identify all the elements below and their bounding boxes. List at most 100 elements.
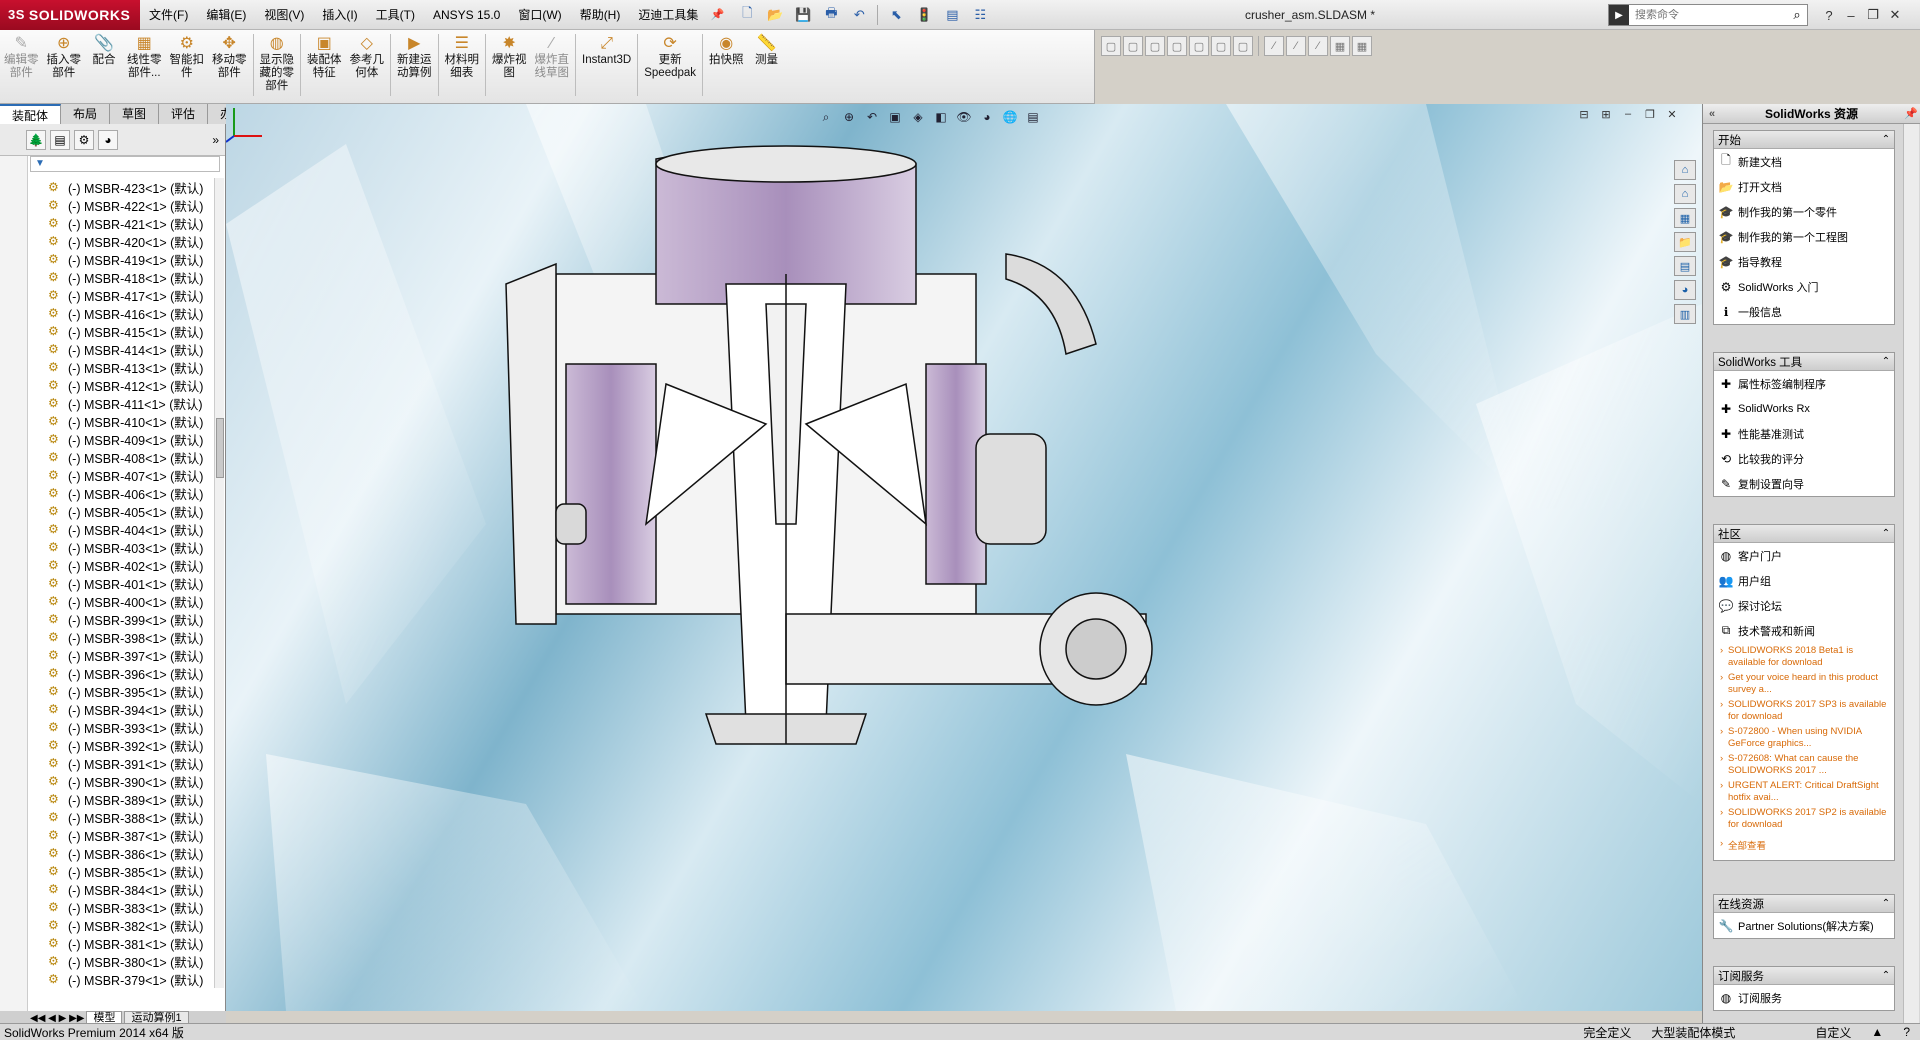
menu-ansys[interactable]: ANSYS 15.0 (424, 0, 509, 30)
tree-item[interactable]: ⚙ (-) MSBR-393<1> (默认) (30, 718, 214, 736)
tree-item[interactable]: ⚙ (-) MSBR-394<1> (默认) (30, 700, 214, 718)
link-new-document[interactable]: 🗋 新建文档 (1714, 149, 1894, 174)
tree-item[interactable]: ⚙ (-) MSBR-386<1> (默认) (30, 844, 214, 862)
news-link[interactable]: S-072608: What can cause the SOLIDWORKS … (1714, 751, 1894, 778)
link-open-document[interactable]: 📂 打开文档 (1714, 174, 1894, 199)
split-view-icon[interactable]: ⊟ (1576, 108, 1592, 122)
linear-pattern-button[interactable]: ▦ 线性零 部件... (123, 34, 166, 80)
appearances-icon[interactable]: ◕ (1674, 280, 1696, 300)
view-cube-icon[interactable]: ▢ (1167, 36, 1187, 56)
group-header[interactable]: 订阅服务 ⌃ (1714, 967, 1894, 985)
link-compare-scores[interactable]: ⟲ 比较我的评分 (1714, 446, 1894, 471)
menu-edit[interactable]: 编辑(E) (197, 0, 255, 30)
tree-item[interactable]: ⚙ (-) MSBR-384<1> (默认) (30, 880, 214, 898)
edit-component-button[interactable]: ✎ 编辑零 部件 (0, 34, 43, 80)
command-prompt-icon[interactable]: ▶ (1609, 5, 1629, 25)
tree-item[interactable]: ⚙ (-) MSBR-392<1> (默认) (30, 736, 214, 754)
view-cube-icon[interactable]: ▢ (1189, 36, 1209, 56)
display-style-icon[interactable]: ◧ (931, 108, 951, 126)
tree-item[interactable]: ⚙ (-) MSBR-413<1> (默认) (30, 358, 214, 376)
menu-help[interactable]: 帮助(H) (571, 0, 630, 30)
group-header[interactable]: 社区 ⌃ (1714, 525, 1894, 543)
tree-item[interactable]: ⚙ (-) MSBR-404<1> (默认) (30, 520, 214, 538)
sketch-tool-icon[interactable]: ⁄ (1264, 36, 1284, 56)
tree-filter[interactable]: ▼ (30, 156, 220, 172)
tree-item[interactable]: ⚙ (-) MSBR-405<1> (默认) (30, 502, 214, 520)
tree-item[interactable]: ⚙ (-) MSBR-400<1> (默认) (30, 592, 214, 610)
link-user-groups[interactable]: 👥 用户组 (1714, 568, 1894, 593)
save-icon[interactable]: 💾 (790, 4, 816, 26)
tree-item[interactable]: ⚙ (-) MSBR-388<1> (默认) (30, 808, 214, 826)
tree-item[interactable]: ⚙ (-) MSBR-397<1> (默认) (30, 646, 214, 664)
status-help-icon[interactable]: ? (1893, 1025, 1920, 1039)
undo-icon[interactable]: ↶ (846, 4, 872, 26)
tree-item[interactable]: ⚙ (-) MSBR-398<1> (默认) (30, 628, 214, 646)
file-properties-icon[interactable]: ▤ (939, 4, 965, 26)
doc-restore-icon[interactable]: ❐ (1642, 108, 1658, 122)
collapse-arrow-icon[interactable]: « (1703, 108, 1721, 120)
tree-item[interactable]: ⚙ (-) MSBR-385<1> (默认) (30, 862, 214, 880)
assembly-features-button[interactable]: ▣ 装配体 特征 (303, 34, 346, 80)
previous-view-icon[interactable]: ↶ (862, 108, 882, 126)
hide-show-items-icon[interactable]: 👁 (954, 108, 974, 126)
link-solidworks-rx[interactable]: ✚ SolidWorks Rx (1714, 396, 1894, 421)
new-document-icon[interactable]: 🗋 (734, 4, 760, 26)
zoom-to-area-icon[interactable]: ⊕ (839, 108, 859, 126)
view-all-link[interactable]: 全部查看 (1714, 832, 1894, 860)
tab-layout[interactable]: 布局 (61, 104, 111, 124)
restore-button[interactable]: ❐ (1862, 7, 1884, 23)
tree-item[interactable]: ⚙ (-) MSBR-389<1> (默认) (30, 790, 214, 808)
tree-scrollbar[interactable] (214, 178, 224, 988)
collapse-icon[interactable]: ⌃ (1878, 134, 1894, 145)
tree-item[interactable]: ⚙ (-) MSBR-399<1> (默认) (30, 610, 214, 628)
search-input[interactable] (1629, 9, 1787, 21)
tab-evaluate[interactable]: 评估 (159, 104, 209, 124)
open-document-icon[interactable]: 📂 (762, 4, 788, 26)
tree-item[interactable]: ⚙ (-) MSBR-423<1> (默认) (30, 178, 214, 196)
tree-item[interactable]: ⚙ (-) MSBR-407<1> (默认) (30, 466, 214, 484)
view-cube-icon[interactable]: ▢ (1101, 36, 1121, 56)
tree-item[interactable]: ⚙ (-) MSBR-396<1> (默认) (30, 664, 214, 682)
news-link[interactable]: SOLIDWORKS 2017 SP3 is available for dow… (1714, 697, 1894, 724)
menu-insert[interactable]: 插入(I) (313, 0, 366, 30)
resources-tab-icon[interactable]: ⌂ (1674, 160, 1696, 180)
link-tech-alerts-news[interactable]: ⧉ 技术警戒和新闻 (1714, 618, 1894, 643)
tree-item[interactable]: ⚙ (-) MSBR-422<1> (默认) (30, 196, 214, 214)
update-speedpak-button[interactable]: ⟳ 更新 Speedpak (640, 34, 700, 80)
feature-tree-icon[interactable]: 🌲 (26, 129, 46, 150)
link-property-tab-builder[interactable]: ✚ 属性标签编制程序 (1714, 371, 1894, 396)
split-view-icon[interactable]: ⊞ (1598, 108, 1614, 122)
news-link[interactable]: S-072800 - When using NVIDIA GeForce gra… (1714, 724, 1894, 751)
tree-item[interactable]: ⚙ (-) MSBR-414<1> (默认) (30, 340, 214, 358)
tree-item[interactable]: ⚙ (-) MSBR-387<1> (默认) (30, 826, 214, 844)
doc-close-icon[interactable]: ✕ (1664, 108, 1680, 122)
tree-item[interactable]: ⚙ (-) MSBR-401<1> (默认) (30, 574, 214, 592)
view-palette-icon[interactable]: ▤ (1674, 256, 1696, 276)
tree-item[interactable]: ⚙ (-) MSBR-406<1> (默认) (30, 484, 214, 502)
solidworks-logo[interactable]: 3S SOLIDWORKS (0, 0, 140, 30)
link-first-drawing[interactable]: 🎓 制作我的第一个工程图 (1714, 224, 1894, 249)
tree-item[interactable]: ⚙ (-) MSBR-403<1> (默认) (30, 538, 214, 556)
group-header[interactable]: SolidWorks 工具 ⌃ (1714, 353, 1894, 371)
menu-file[interactable]: 文件(F) (140, 0, 197, 30)
close-button[interactable]: ✕ (1884, 7, 1906, 23)
tree-item[interactable]: ⚙ (-) MSBR-391<1> (默认) (30, 754, 214, 772)
news-link[interactable]: Get your voice heard in this product sur… (1714, 670, 1894, 697)
tree-item[interactable]: ⚙ (-) MSBR-420<1> (默认) (30, 232, 214, 250)
menu-view[interactable]: 视图(V) (255, 0, 313, 30)
reference-geometry-button[interactable]: ◇ 参考几 何体 (346, 34, 389, 80)
scroll-thumb[interactable] (216, 418, 224, 478)
take-snapshot-button[interactable]: ◉ 拍快照 (705, 34, 748, 67)
graphics-area[interactable]: ⌕ ⊕ ↶ ▣ ◈ ◧ 👁 ◕ 🌐 ▤ ⊟ ⊞ – ❐ ✕ (226, 104, 1702, 1011)
tree-item[interactable]: ⚙ (-) MSBR-381<1> (默认) (30, 934, 214, 952)
show-hidden-components-button[interactable]: ◍ 显示隐 藏的零 部件 (256, 34, 299, 93)
expand-arrow-icon[interactable]: » (212, 133, 219, 147)
tree-item[interactable]: ⚙ (-) MSBR-395<1> (默认) (30, 682, 214, 700)
view-cube-icon[interactable]: ▢ (1211, 36, 1231, 56)
bill-of-materials-button[interactable]: ☰ 材料明 细表 (441, 34, 484, 80)
units-selector[interactable]: 自定义 (1805, 1024, 1861, 1040)
display-manager-icon[interactable]: ◕ (98, 129, 118, 150)
home-tab-icon[interactable]: ⌂ (1674, 184, 1696, 204)
explode-line-sketch-button[interactable]: ⁄ 爆炸直 线草图 (531, 34, 574, 80)
tree-item[interactable]: ⚙ (-) MSBR-380<1> (默认) (30, 952, 214, 970)
